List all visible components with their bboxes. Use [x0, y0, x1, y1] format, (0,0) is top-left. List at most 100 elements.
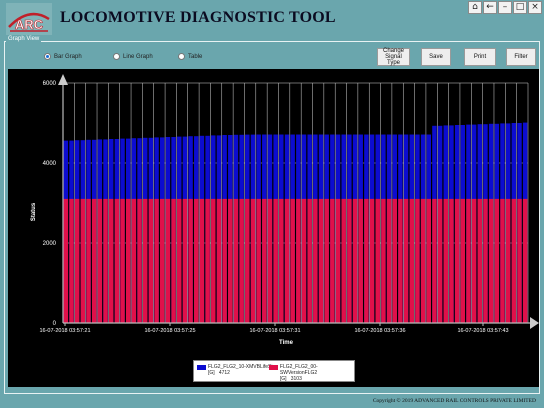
bar-series-2: [239, 198, 244, 323]
x-tick-label: 16-07-2018 03:57:31: [249, 328, 300, 334]
bar-series-2: [437, 198, 443, 323]
bar-series-2: [182, 198, 188, 323]
bar-series-2: [443, 198, 449, 323]
bar-series-2: [137, 198, 142, 323]
bar-series-2: [341, 198, 346, 323]
bar-series-2: [403, 198, 409, 323]
bar-series-2: [97, 198, 103, 323]
legend-swatch-1: [197, 365, 206, 370]
bar-series-2: [228, 198, 233, 323]
logo-text: ARC: [15, 17, 44, 32]
bar-series-2: [80, 198, 86, 323]
copyright-text: Copyright © 2019 ADVANCED RAIL CONTROLS …: [372, 398, 536, 404]
back-icon[interactable]: ←: [483, 1, 497, 14]
bar-series-2: [454, 198, 460, 323]
y-tick-labels: 0 2000 4000 6000: [43, 81, 57, 327]
bar-series-2: [494, 198, 500, 323]
bar-series-2: [125, 198, 131, 323]
bar-series-2: [233, 198, 239, 323]
bar-series-2: [120, 198, 125, 323]
y-tick-label: 4000: [43, 161, 57, 167]
bar-series-2: [375, 198, 380, 323]
bar-series-2: [471, 198, 477, 323]
bar-series-2: [154, 198, 159, 323]
radio-line-graph[interactable]: [113, 53, 120, 60]
chart-area: 0 2000 4000 6000 16-07-2018 03:57:21 16-07-2…: [8, 69, 539, 387]
bar-series-2: [103, 198, 108, 323]
x-tick-label: 16-07-2018 03:57:25: [144, 328, 195, 334]
legend-value-2: 3103: [290, 376, 302, 382]
bar-series-2: [449, 198, 454, 323]
bar-series-2: [165, 198, 171, 323]
bar-series-2: [466, 198, 471, 323]
bar-series-2: [347, 198, 352, 323]
series-2-bars: [63, 198, 528, 323]
filter-button[interactable]: Filter: [506, 48, 536, 66]
bar-series-2: [267, 198, 273, 323]
option-line-graph[interactable]: Line Graph: [113, 53, 153, 60]
bar-series-2: [352, 198, 358, 323]
bar-series-2: [505, 198, 511, 323]
bar-series-2: [131, 198, 137, 323]
option-table[interactable]: Table: [178, 53, 202, 60]
x-tick-label: 16-07-2018 03:57:36: [354, 328, 405, 334]
legend-name-2: FLG2_FLG2_00-SWVersionFLG2: [279, 364, 318, 376]
bar-series-2: [245, 198, 250, 323]
bar-series-2: [216, 198, 222, 323]
y-tick-label: 2000: [43, 241, 57, 247]
bar-series-2: [301, 198, 307, 323]
y-axis-label: Status: [31, 202, 37, 221]
x-axis-label: Time: [279, 340, 294, 346]
print-button[interactable]: Print: [464, 48, 496, 66]
bar-series-2: [313, 198, 318, 323]
bar-series-2: [211, 198, 216, 323]
bar-series-2: [483, 198, 488, 323]
maximize-button[interactable]: □: [513, 1, 527, 14]
bar-series-2: [522, 198, 528, 323]
bar-series-2: [488, 198, 494, 323]
bar-series-2: [160, 198, 165, 323]
bar-series-2: [177, 198, 182, 323]
title-bar: ARC LOCOMOTIVE DIAGNOSTIC TOOL ⌂ ← – □ ×: [0, 0, 544, 38]
radio-table[interactable]: [178, 53, 185, 60]
bar-series-2: [91, 198, 97, 323]
save-button[interactable]: Save: [421, 48, 451, 66]
bar-series-2: [69, 198, 74, 323]
bar-series-2: [86, 198, 91, 323]
bar-series-2: [205, 198, 210, 323]
minimize-button[interactable]: –: [498, 1, 512, 14]
x-tick-label: 16-07-2018 03:57:21: [39, 328, 90, 334]
y-tick-label: 6000: [43, 81, 57, 87]
home-icon[interactable]: ⌂: [468, 1, 482, 14]
bar-series-2: [426, 198, 431, 323]
bar-series-2: [381, 198, 386, 323]
bar-series-2: [415, 198, 420, 323]
y-tick-label: 0: [53, 321, 57, 327]
bar-series-2: [188, 198, 193, 323]
bar-series-2: [108, 198, 114, 323]
bar-series-2: [398, 198, 403, 323]
app-title: LOCOMOTIVE DIAGNOSTIC TOOL: [60, 9, 336, 26]
arc-logo: ARC: [6, 3, 52, 35]
bar-series-2: [477, 198, 483, 323]
bar-series-2: [307, 198, 312, 323]
bar-series-2: [386, 198, 392, 323]
y-axis-arrow-icon: [58, 74, 68, 85]
legend-value-1: 4712: [218, 370, 230, 376]
bar-series-2: [369, 198, 375, 323]
bar-series-2: [194, 198, 199, 323]
bar-series-2: [171, 198, 176, 323]
option-line-graph-label: Line Graph: [123, 53, 153, 60]
bar-series-2: [511, 198, 517, 323]
bar-series-2: [296, 198, 301, 323]
bar-series-2: [330, 198, 335, 323]
chart-legend: FLG2_FLG2_10-XMVBLifeSig [G] 4712 FLG2_F…: [193, 360, 355, 382]
radio-bar-graph[interactable]: [44, 53, 51, 60]
option-bar-graph[interactable]: Bar Graph: [44, 53, 82, 60]
bar-series-2: [222, 198, 227, 323]
change-signal-type-button[interactable]: Change Signal Type: [377, 48, 410, 66]
bar-series-2: [392, 198, 397, 323]
close-button[interactable]: ×: [528, 1, 542, 14]
bar-series-2: [358, 198, 363, 323]
bar-series-2: [517, 198, 522, 323]
